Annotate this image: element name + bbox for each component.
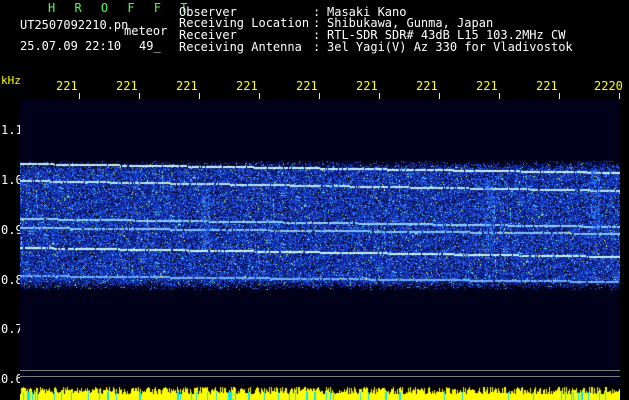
spectrogram[interactable] [20, 100, 620, 385]
time-label: 221 [56, 79, 78, 93]
time-label: 221 [476, 79, 498, 93]
time-label: 221 [536, 79, 558, 93]
info-value-antenna: 3el Yagi(V) Az 330 for Vladivostok [327, 40, 573, 54]
info-sep-antenna: : [313, 40, 321, 54]
info-label-antenna: Receiving Antenna [179, 40, 302, 54]
reference-line [20, 376, 620, 377]
mode-label: meteor [124, 24, 168, 38]
time-label: 221 [176, 79, 198, 93]
time-label: 221 [416, 79, 438, 93]
counter: 49_ [139, 39, 161, 53]
file-name: UT2507092210.pn [20, 18, 129, 32]
time-label: 2220 [594, 79, 623, 93]
time-label: 221 [116, 79, 138, 93]
freq-unit: kHz [1, 74, 21, 87]
reference-line [20, 370, 620, 371]
time-label: 221 [236, 79, 258, 93]
signal-level-strip [20, 386, 620, 400]
time-label: 221 [296, 79, 318, 93]
datetime: 25.07.09 22:10 [20, 39, 122, 53]
time-label: 221 [356, 79, 378, 93]
app-name: H R O F F T [48, 1, 194, 15]
